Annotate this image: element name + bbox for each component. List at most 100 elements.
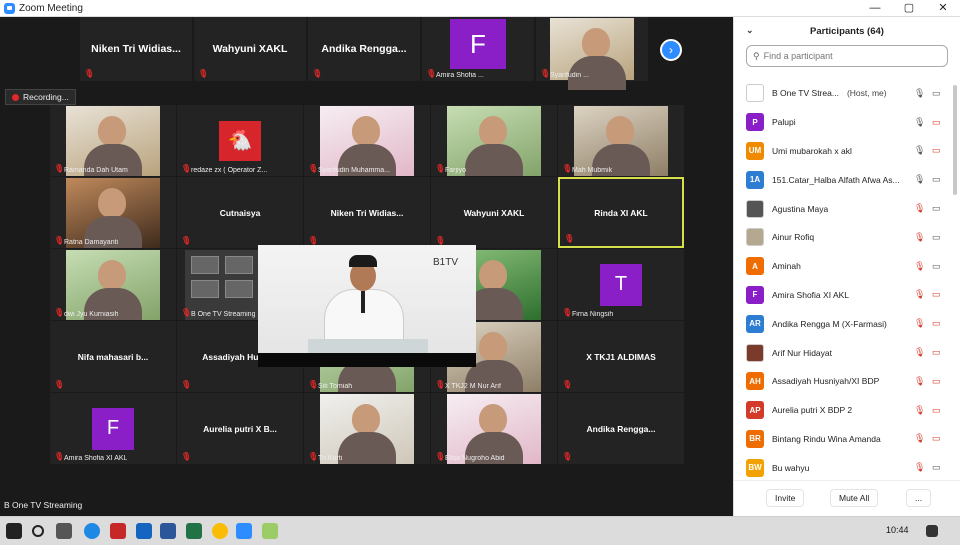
- participant-row[interactable]: A Aminah 🎙 ▭: [734, 252, 954, 281]
- search-input[interactable]: [763, 51, 934, 61]
- mic-icon[interactable]: 🎙: [914, 174, 925, 185]
- camera-icon[interactable]: ▭: [932, 261, 941, 272]
- participant-row[interactable]: Agustina Maya 🎙 ▭: [734, 194, 954, 223]
- mic-muted-icon[interactable]: 🎙: [914, 289, 925, 300]
- mic-icon[interactable]: 🎙: [914, 145, 925, 156]
- mic-icon[interactable]: 🎙: [914, 117, 925, 128]
- participant-row[interactable]: BW Bu wahyu 🎙 ▭: [734, 453, 954, 482]
- participant-row[interactable]: P Palupi 🎙 ▭: [734, 108, 954, 137]
- video-tile[interactable]: Syarifudin Muhamma... 🎙: [304, 105, 430, 176]
- strip-tile[interactable]: Wahyuni XAKL 🎙: [194, 17, 306, 81]
- video-tile[interactable]: Andika Rengga... 🎙: [558, 393, 684, 464]
- invite-button[interactable]: Invite: [766, 489, 805, 507]
- mic-muted-icon[interactable]: 🎙: [914, 232, 925, 243]
- video-tile[interactable]: Tri Kurti 🎙: [304, 393, 430, 464]
- scrollbar[interactable]: [953, 85, 957, 195]
- video-tile[interactable]: Niken Tri Widias... 🎙: [304, 177, 430, 248]
- more-button[interactable]: ...: [906, 489, 932, 507]
- participant-role: (Host, me): [846, 88, 887, 99]
- zoom-taskbar-icon[interactable]: [236, 523, 252, 539]
- close-button[interactable]: ✕: [926, 0, 960, 17]
- mic-muted-icon[interactable]: 🎙: [914, 433, 925, 444]
- tile-name: redaze zx ( Operator Z...: [191, 167, 268, 174]
- strip-tile[interactable]: 🎙 Syarifudin ...: [536, 17, 648, 90]
- video-tile[interactable]: Rinda XI AKL 🎙: [558, 177, 684, 248]
- participant-row[interactable]: BR Bintang Rindu Wina Amanda 🎙 ▭: [734, 425, 954, 454]
- participant-row[interactable]: Ainur Rofiq 🎙 ▭: [734, 223, 954, 252]
- tile-name: X TKJ1 ALDIMAS: [586, 351, 656, 362]
- video-tile[interactable]: Wahyuni XAKL 🎙: [431, 177, 557, 248]
- app-icon[interactable]: [262, 523, 278, 539]
- video-tile[interactable]: Ramanda Dah Utam 🎙: [50, 105, 176, 176]
- camera-off-icon[interactable]: ▭: [932, 433, 941, 444]
- camera-off-icon[interactable]: ▭: [932, 289, 941, 300]
- strip-tile[interactable]: Niken Tri Widias... 🎙: [80, 17, 192, 81]
- chrome-icon[interactable]: [212, 523, 228, 539]
- participant-row[interactable]: UM Umi mubarokah x akl 🎙 ▭: [734, 137, 954, 166]
- excel-icon[interactable]: [186, 523, 202, 539]
- participant-row[interactable]: B One TV Strea... (Host, me) 🎙 ▭: [734, 79, 954, 108]
- participant-search[interactable]: ⚲: [746, 45, 948, 67]
- system-clock[interactable]: 10:44: [886, 525, 909, 535]
- participant-row[interactable]: Arif Nur Hidayat 🎙 ▭: [734, 338, 954, 367]
- mail-icon[interactable]: [136, 523, 152, 539]
- camera-icon[interactable]: ▭: [932, 88, 941, 99]
- video-tile[interactable]: dwi Jyu Kurniasih 🎙: [50, 249, 176, 320]
- mic-muted-icon[interactable]: 🎙: [914, 318, 925, 329]
- participant-row[interactable]: F Amira Shofia XI AKL 🎙 ▭: [734, 281, 954, 310]
- mic-muted-icon[interactable]: 🎙: [914, 261, 925, 272]
- search-icon[interactable]: [32, 525, 44, 537]
- featured-video[interactable]: B1TV: [258, 245, 476, 367]
- camera-icon[interactable]: ▭: [932, 232, 941, 243]
- camera-off-icon[interactable]: ▭: [932, 347, 941, 358]
- mic-muted-icon[interactable]: 🎙: [914, 203, 925, 214]
- video-tile[interactable]: Nifa mahasari b... 🎙: [50, 321, 176, 392]
- mic-icon[interactable]: 🎙: [914, 88, 925, 99]
- start-button[interactable]: [6, 523, 22, 539]
- avatar: F: [746, 285, 764, 304]
- camera-icon[interactable]: ▭: [932, 462, 941, 473]
- video-tile[interactable]: 🐔 redaze zx ( Operator Z... 🎙: [177, 105, 303, 176]
- camera-off-icon[interactable]: ▭: [932, 145, 941, 156]
- mic-muted-icon[interactable]: 🎙: [914, 347, 925, 358]
- word-icon[interactable]: [160, 523, 176, 539]
- camera-off-icon[interactable]: ▭: [932, 376, 941, 387]
- edge-icon[interactable]: [84, 523, 100, 539]
- minimize-button[interactable]: —: [858, 0, 892, 17]
- participant-list: B One TV Strea... (Host, me) 🎙 ▭ P Palupi 🎙 ▭ UM…: [734, 79, 954, 482]
- notification-icon[interactable]: [926, 525, 938, 537]
- video-tile[interactable]: T Firna Ningsih 🎙: [558, 249, 684, 320]
- participant-row[interactable]: 1A 151.Catar_Halba Alfath Afwa As... 🎙 ▭: [734, 165, 954, 194]
- mute-all-button[interactable]: Mute All: [830, 489, 879, 507]
- video-tile[interactable]: X TKJ1 ALDIMAS 🎙: [558, 321, 684, 392]
- video-tile[interactable]: Farjiyo 🎙: [431, 105, 557, 176]
- strip-tile[interactable]: F 🎙 Amira Shofia ...: [422, 17, 534, 81]
- camera-off-icon[interactable]: ▭: [932, 405, 941, 416]
- next-page-button[interactable]: ›: [660, 39, 682, 61]
- app-icon[interactable]: [110, 523, 126, 539]
- participant-row[interactable]: AP Aurelia putri X BDP 2 🎙 ▭: [734, 396, 954, 425]
- video-tile[interactable]: Elisa Nugroho Abid 🎙: [431, 393, 557, 464]
- camera-off-icon[interactable]: ▭: [932, 117, 941, 128]
- task-view-icon[interactable]: [56, 523, 72, 539]
- recording-indicator[interactable]: Recording...: [5, 89, 76, 105]
- avatar: UM: [746, 141, 764, 160]
- camera-off-icon[interactable]: ▭: [932, 318, 941, 329]
- participant-video: [66, 177, 160, 248]
- participant-row[interactable]: AH Assadiyah Husniyah/XI BDP 🎙 ▭: [734, 367, 954, 396]
- collapse-chevron-icon[interactable]: ⌄: [746, 25, 754, 36]
- video-tile[interactable]: Mah Mubmik 🎙: [558, 105, 684, 176]
- video-tile[interactable]: Ratna Damayanti 🎙: [50, 177, 176, 248]
- mic-muted-icon[interactable]: 🎙: [914, 376, 925, 387]
- video-tile[interactable]: Aurelia putri X B... 🎙: [177, 393, 303, 464]
- video-tile[interactable]: F Amira Shofia XI AKL 🎙: [50, 393, 176, 464]
- participant-name: Bu wahyu: [772, 462, 810, 473]
- maximize-button[interactable]: ▢: [892, 0, 926, 17]
- camera-icon[interactable]: ▭: [932, 203, 941, 214]
- strip-tile[interactable]: Andika Rengga... 🎙: [308, 17, 420, 81]
- participant-row[interactable]: AR Andika Rengga M (X-Farmasi) 🎙 ▭: [734, 309, 954, 338]
- camera-icon[interactable]: ▭: [932, 174, 941, 185]
- mic-muted-icon[interactable]: 🎙: [914, 462, 925, 473]
- mic-muted-icon[interactable]: 🎙: [914, 405, 925, 416]
- video-tile[interactable]: Cutnaisya 🎙: [177, 177, 303, 248]
